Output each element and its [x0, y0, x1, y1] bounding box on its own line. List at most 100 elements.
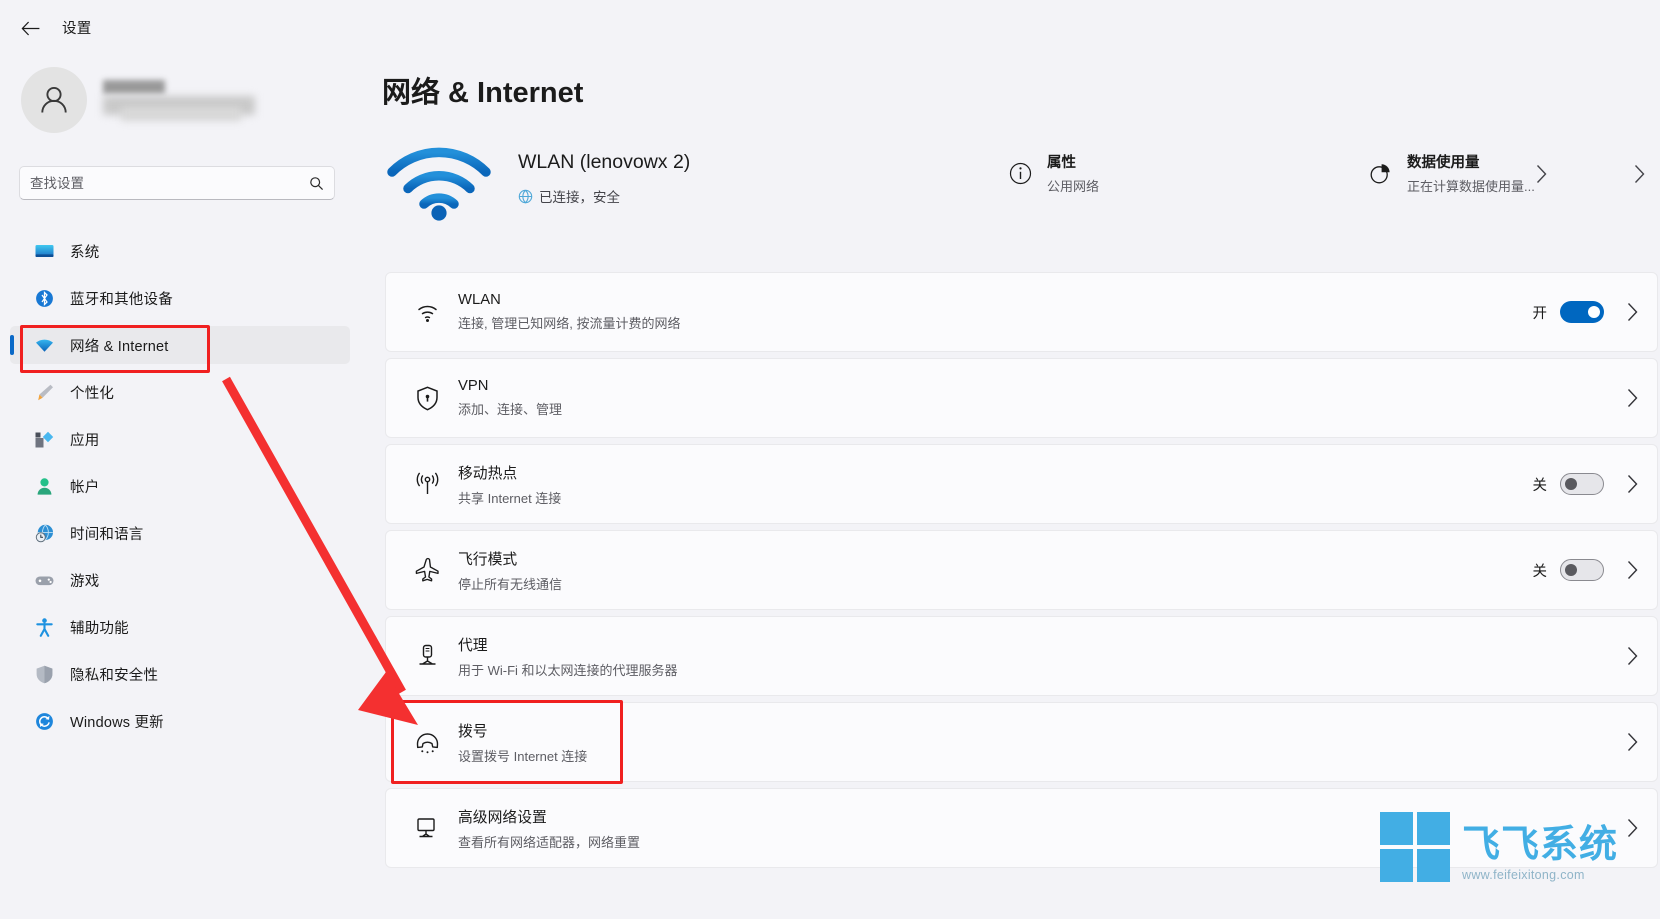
settings-row-subtitle: 用于 Wi-Fi 和以太网连接的代理服务器 [458, 662, 678, 678]
shield-icon [34, 664, 60, 685]
watermark-url: www.feifeixitong.com [1462, 868, 1585, 882]
airplane-mode-toggle[interactable] [1560, 559, 1604, 581]
shield-lock-icon [406, 385, 448, 412]
settings-row-subtitle: 共享 Internet 连接 [458, 490, 562, 506]
chevron-right-icon[interactable] [1626, 732, 1639, 752]
info-icon [1005, 162, 1035, 185]
sidebar-item-label: 帐户 [70, 479, 100, 496]
settings-row-title: VPN [458, 378, 489, 394]
search-box[interactable] [19, 166, 335, 200]
settings-row-vpn[interactable]: VPN 添加、连接、管理 [385, 358, 1658, 438]
sidebar-item-gaming[interactable]: 游戏 [10, 561, 350, 599]
sidebar-item-windows-update[interactable]: Windows 更新 [10, 702, 350, 740]
wifi-large-icon [387, 145, 491, 226]
settings-row-title: WLAN [458, 292, 501, 308]
settings-row-title: 移动热点 [458, 465, 518, 482]
sidebar: 系统 蓝牙和其他设备 [0, 56, 380, 919]
brush-icon [34, 382, 60, 403]
settings-row-title: 拨号 [458, 723, 488, 740]
wifi-icon [406, 299, 448, 326]
sidebar-item-label: 个性化 [70, 385, 115, 402]
network-status-text: 已连接，安全 [539, 190, 620, 205]
network-name: WLAN (lenovowx 2) [518, 151, 691, 173]
wlan-toggle[interactable] [1560, 301, 1604, 323]
user-profile[interactable] [21, 67, 263, 133]
accessibility-icon [34, 617, 60, 638]
gamepad-icon [34, 570, 60, 591]
quick-action-properties[interactable]: 属性 公用网络 [1005, 151, 1099, 195]
toggle-state-label: 关 [1532, 563, 1548, 580]
chevron-right-icon[interactable] [1626, 646, 1639, 666]
search-input[interactable] [30, 175, 309, 191]
sidebar-item-accessibility[interactable]: 辅助功能 [10, 608, 350, 646]
search-icon [309, 176, 324, 191]
chevron-right-icon[interactable] [1633, 164, 1646, 184]
globe-icon [518, 189, 533, 204]
sidebar-item-accounts[interactable]: 帐户 [10, 467, 350, 505]
sidebar-nav: 系统 蓝牙和其他设备 网络 & Internet 个性化 应用 帐户 时间和语言… [10, 232, 350, 749]
settings-row-subtitle: 设置拨号 Internet 连接 [458, 748, 588, 764]
back-arrow-icon [21, 21, 39, 35]
sidebar-item-label: 网络 & Internet [70, 338, 169, 355]
pie-chart-icon [1365, 162, 1395, 185]
chevron-right-icon[interactable] [1626, 388, 1639, 408]
hotspot-toggle[interactable] [1560, 473, 1604, 495]
chevron-right-icon[interactable] [1626, 560, 1639, 580]
update-icon [34, 711, 60, 732]
bluetooth-icon [34, 288, 60, 309]
proxy-icon [406, 643, 448, 670]
windows-logo-icon [1380, 812, 1450, 882]
page-title: 网络 & Internet [382, 77, 584, 109]
network-summary: WLAN (lenovowx 2) 已连接，安全 属性 公用网络 数据使用量 正… [380, 131, 1660, 231]
watermark-brand: 飞飞系统 [1462, 822, 1619, 866]
airplane-icon [406, 557, 448, 584]
sidebar-item-bluetooth[interactable]: 蓝牙和其他设备 [10, 279, 350, 317]
chevron-right-icon[interactable] [1626, 474, 1639, 494]
sidebar-item-label: 蓝牙和其他设备 [70, 291, 173, 308]
settings-row-title: 代理 [458, 637, 488, 654]
quick-action-title: 属性 [1047, 155, 1076, 171]
toggle-state-label: 关 [1532, 477, 1548, 494]
chevron-right-icon[interactable] [1535, 164, 1548, 184]
wifi-icon [34, 335, 60, 356]
quick-action-subtitle: 公用网络 [1047, 179, 1100, 194]
settings-row-proxy[interactable]: 代理 用于 Wi-Fi 和以太网连接的代理服务器 [385, 616, 1658, 696]
sidebar-item-privacy-security[interactable]: 隐私和安全性 [10, 655, 350, 693]
sidebar-item-system[interactable]: 系统 [10, 232, 350, 270]
settings-row-subtitle: 添加、连接、管理 [458, 402, 563, 417]
network-status: 已连接，安全 [518, 186, 620, 206]
chevron-right-icon[interactable] [1626, 302, 1639, 322]
quick-action-title: 数据使用量 [1407, 155, 1480, 171]
title-bar: 设置 [0, 0, 1660, 56]
quick-action-subtitle: 正在计算数据使用量... [1407, 179, 1535, 194]
person-icon [41, 86, 67, 113]
chevron-right-icon[interactable] [1626, 818, 1639, 838]
sidebar-item-personalization[interactable]: 个性化 [10, 373, 350, 411]
settings-list: WLAN 连接, 管理已知网络, 按流量计费的网络 开 VPN 添加、连接、管理… [385, 272, 1658, 874]
dialup-icon [406, 729, 448, 756]
settings-row-subtitle: 连接, 管理已知网络, 按流量计费的网络 [458, 316, 681, 331]
apps-icon [34, 429, 60, 450]
settings-window: 设置 查找设置 系统 蓝牙和其他设备 网络 & Internet 个性化 应用 … [0, 0, 1660, 919]
sidebar-item-label: Windows 更新 [70, 714, 164, 731]
sidebar-item-network-internet[interactable]: 网络 & Internet [10, 326, 350, 364]
sidebar-item-time-language[interactable]: 时间和语言 [10, 514, 350, 552]
toggle-state-label: 开 [1532, 305, 1548, 322]
user-name-blurred [103, 77, 263, 123]
main-content: 网络 & Internet WLAN (lenovowx 2) 已连接，安全 属… [380, 56, 1660, 919]
settings-row-title: 飞行模式 [458, 551, 518, 568]
app-title: 设置 [62, 21, 92, 37]
back-button[interactable] [14, 12, 46, 44]
monitor-icon [34, 241, 60, 262]
settings-row-airplane-mode[interactable]: 飞行模式 停止所有无线通信 关 [385, 530, 1658, 610]
sidebar-item-label: 辅助功能 [70, 620, 129, 637]
settings-row-wlan[interactable]: WLAN 连接, 管理已知网络, 按流量计费的网络 开 [385, 272, 1658, 352]
quick-action-data-usage[interactable]: 数据使用量 正在计算数据使用量... [1365, 151, 1535, 195]
sidebar-item-apps[interactable]: 应用 [10, 420, 350, 458]
settings-row-mobile-hotspot[interactable]: 移动热点 共享 Internet 连接 关 [385, 444, 1658, 524]
settings-row-dialup[interactable]: 拨号 设置拨号 Internet 连接 [385, 702, 1658, 782]
sidebar-item-label: 系统 [70, 244, 100, 261]
advanced-network-icon [406, 815, 448, 842]
avatar [21, 67, 87, 133]
account-icon [34, 476, 60, 497]
